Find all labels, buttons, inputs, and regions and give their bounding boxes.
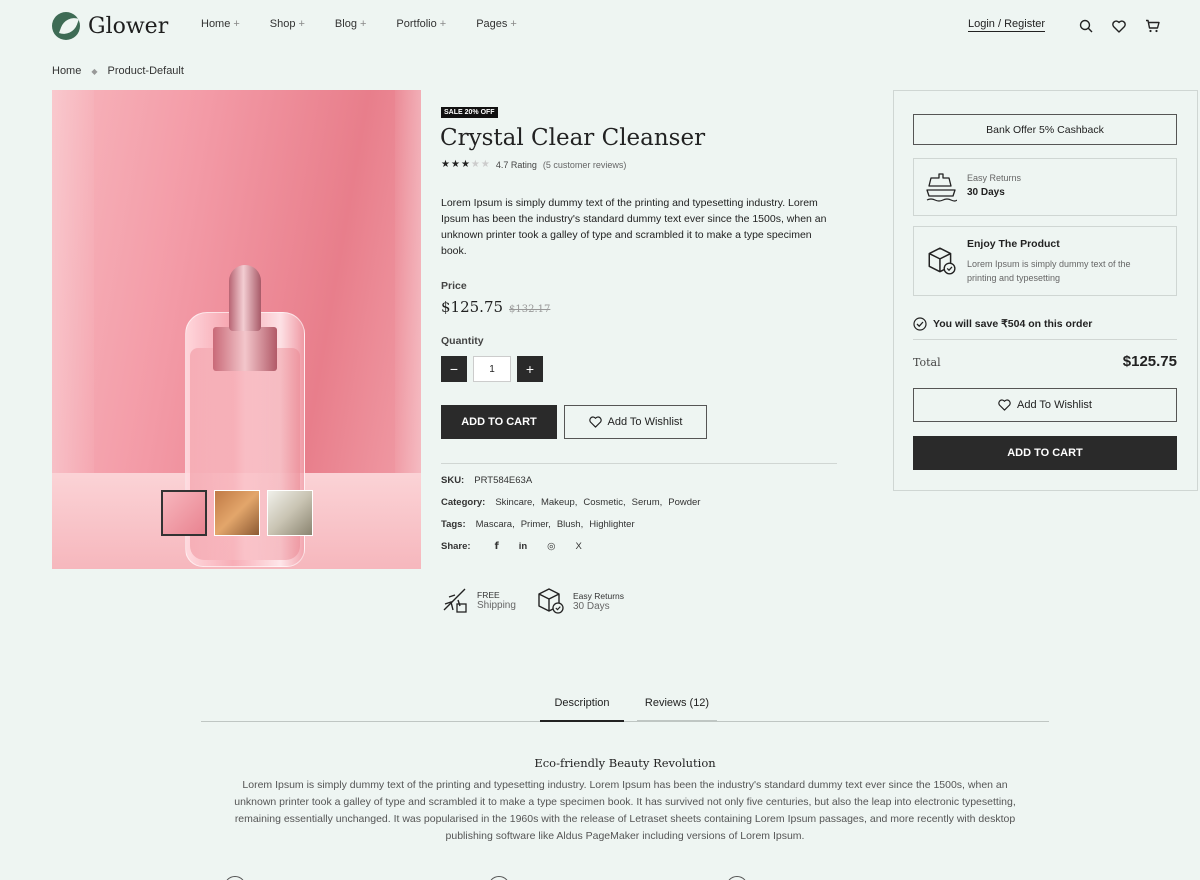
quantity-stepper: − 1 + [441,356,543,382]
category-link[interactable]: Makeup, [541,497,577,508]
search-icon[interactable] [1076,16,1096,36]
nav-item-blog[interactable]: Blog + [335,18,366,30]
section-body: Lorem Ipsum is simply dummy text of the … [234,779,1016,842]
leaf-logo-icon [52,12,80,40]
thumbnail-strip [161,490,313,536]
brand-name: Glower [88,13,169,39]
price-label: Price [441,280,467,292]
plus-icon: + [510,18,517,30]
box-check-icon [538,588,564,614]
price: $125.75 $132.17 [441,298,550,316]
category-link[interactable]: Powder [668,497,700,508]
easy-returns-days: 30 Days [967,187,1005,198]
add-to-wishlist-button[interactable]: Add To Wishlist [564,405,707,439]
brand-logo[interactable]: Glower [52,10,168,42]
thumbnail-3[interactable] [267,490,313,536]
review-count[interactable]: (5 customer reviews) [543,160,627,170]
sku-row: SKU: PRT584E63A [441,475,533,486]
tab-description[interactable]: Description [540,697,624,722]
plus-icon: + [439,18,447,30]
product-description: Lorem Ipsum is simply dummy text of the … [441,197,827,257]
plus-icon: + [233,18,240,30]
tag-link[interactable]: Mascara, [476,519,515,530]
airplane-icon [443,588,467,613]
feature-easy-returns: Easy Returns 30 Days [535,586,624,616]
category-link[interactable]: Serum, [632,497,663,508]
divider [913,339,1177,340]
feature-icon-circle [726,876,748,880]
instagram-icon[interactable]: ◎ [547,541,555,552]
easy-returns-title: Easy Returns [967,173,1022,183]
decrease-quantity-button[interactable]: − [441,356,467,382]
feature-icon-circle [224,876,246,880]
nav-item-portfolio[interactable]: Portfolio + [396,18,446,30]
enjoy-product-title: Enjoy The Product [967,238,1060,250]
total-label: Total [913,356,941,369]
tag-link[interactable]: Primer, [521,519,551,530]
divider [441,463,837,464]
x-icon[interactable]: X [575,541,581,552]
current-price: $125.75 [441,298,504,316]
old-price: $132.17 [509,304,551,315]
star-icon: ★ [441,159,450,170]
nav-item-home[interactable]: Home + [201,18,240,30]
breadcrumb: Home ◆ Product-Default [52,65,184,77]
feature-free-shipping: FREE Shipping [441,586,516,614]
panel-add-to-wishlist-button[interactable]: Add To Wishlist [913,388,1177,422]
check-circle-icon [913,317,927,331]
plus-icon: + [298,18,305,30]
thumbnail-2[interactable] [214,490,260,536]
category-link[interactable]: Skincare, [495,497,535,508]
thumbnail-1[interactable] [161,490,207,536]
quantity-input[interactable]: 1 [473,356,511,382]
add-to-cart-button[interactable]: ADD TO CART [441,405,557,439]
product-rating: ★ ★ ★ ★ ★ 4.7 Rating (5 customer reviews) [441,159,626,170]
box-check-icon [928,247,956,275]
quantity-label: Quantity [441,335,484,347]
product-title: Crystal Clear Cleanser [440,125,706,151]
feature-icon-circle [488,876,510,880]
linkedin-icon[interactable]: in [519,541,527,552]
product-tabs: Description Reviews (12) [201,697,1049,722]
sale-badge: SALE 20% OFF [441,107,498,118]
rating-text: 4.7 Rating [495,159,537,170]
share-row: Share: f in ◎ X [441,541,582,552]
sku-value: PRT584E63A [474,475,533,486]
heart-icon[interactable] [1109,16,1129,36]
bottle-collar [213,327,277,371]
total-value: $125.75 [1122,353,1177,370]
ship-icon [926,173,957,202]
dropper-cap [229,265,261,331]
star-icon: ★ [460,159,470,170]
enjoy-product-text: Lorem Ipsum is simply dummy text of the … [967,259,1131,283]
heart-icon [998,399,1011,411]
star-icon: ★ [480,159,490,170]
tag-link[interactable]: Blush, [557,519,583,530]
section-title: Eco-friendly Beauty Revolution [534,756,716,770]
plus-icon: + [359,18,367,30]
rating-stars: ★ ★ ★ ★ ★ [441,159,490,170]
category-link[interactable]: Cosmetic, [583,497,625,508]
nav-item-shop[interactable]: Shop + [270,18,305,30]
star-icon: ★ [470,159,480,170]
breadcrumb-home[interactable]: Home [52,65,81,77]
tag-link[interactable]: Highlighter [589,519,634,530]
facebook-icon[interactable]: f [495,541,499,552]
nav-item-pages[interactable]: Pages + [476,18,517,30]
tab-reviews[interactable]: Reviews (12) [637,697,717,722]
heart-icon [588,416,602,428]
star-icon: ★ [450,159,460,170]
breadcrumb-current: Product-Default [107,65,184,77]
tags-row: Tags: Mascara, Primer, Blush, Highlighte… [441,519,635,530]
category-row: Category: Skincare, Makeup, Cosmetic, Se… [441,497,701,508]
main-nav: Home + Shop + Blog + Portfolio + Pages + [201,18,547,30]
panel-add-to-cart-button[interactable]: ADD TO CART [913,436,1177,470]
savings-row: You will save ₹504 on this order [913,317,1092,331]
breadcrumb-separator-icon: ◆ [91,66,98,76]
increase-quantity-button[interactable]: + [517,356,543,382]
login-register-link[interactable]: Login / Register [968,18,1046,32]
bank-offer-box[interactable]: Bank Offer 5% Cashback [913,114,1177,145]
cart-icon[interactable] [1142,16,1162,36]
